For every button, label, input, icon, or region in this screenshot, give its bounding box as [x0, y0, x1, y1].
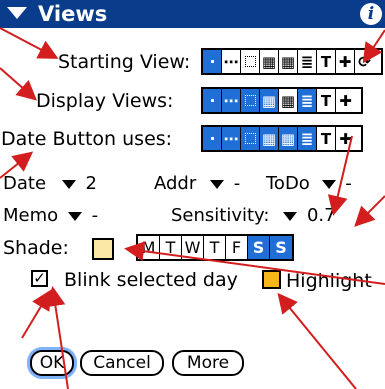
day-toggle[interactable]: T: [204, 236, 226, 259]
arrow-shade-lower: [21, 289, 52, 339]
day-view-icon[interactable]: [203, 50, 222, 73]
sensitivity-dropdown-icon[interactable]: [283, 211, 298, 221]
tasks-view-icon[interactable]: ✚: [336, 89, 355, 112]
date-popup-value: 2: [85, 173, 97, 194]
todo-dropdown-icon[interactable]: [321, 179, 336, 189]
week-grid-view-icon[interactable]: [241, 89, 260, 112]
addr-popup-label: Addr: [154, 173, 197, 194]
display-views-selector[interactable]: ⋯ ▦ ▦ ≣ T ✚: [201, 87, 363, 114]
starting-view-selector[interactable]: ⋯ ▦ ▦ ≣ T ✚ ⟳: [201, 48, 383, 75]
week-view-icon[interactable]: ⋯: [222, 50, 241, 73]
goto-view-icon[interactable]: ⟳: [355, 50, 374, 73]
year-view-icon[interactable]: ▦: [279, 50, 298, 73]
starting-view-label: Starting View:: [58, 51, 191, 73]
week-view-icon[interactable]: ⋯: [222, 127, 241, 150]
highlight-label: Highlight: [286, 270, 372, 292]
year-view-icon[interactable]: ▦: [279, 89, 298, 112]
day-toggle[interactable]: T: [160, 236, 182, 259]
addr-popup-value: -: [233, 173, 241, 194]
arrow-starting-view: [0, 27, 59, 59]
menu-triangle-icon[interactable]: [7, 7, 27, 19]
info-icon[interactable]: i: [360, 3, 382, 25]
more-button[interactable]: More: [172, 350, 244, 376]
highlight-color-swatch[interactable]: [262, 270, 281, 289]
shade-days-selector[interactable]: MTWTFSS: [136, 234, 294, 261]
date-dropdown-icon[interactable]: [61, 179, 76, 189]
day-toggle[interactable]: F: [226, 236, 248, 259]
cancel-button[interactable]: Cancel: [80, 350, 164, 376]
tasks-view-icon[interactable]: ✚: [336, 50, 355, 73]
todo-view-icon[interactable]: T: [317, 89, 336, 112]
list-view-icon[interactable]: ≣: [298, 89, 317, 112]
arrow-display-views: [0, 67, 37, 101]
shade-label: Shade:: [3, 237, 69, 259]
arrow-shade-days: [354, 195, 385, 227]
list-view-icon[interactable]: ≣: [298, 127, 317, 150]
todo-view-icon[interactable]: T: [317, 127, 336, 150]
memo-popup-label: Memo: [3, 205, 59, 226]
month-view-icon[interactable]: ▦: [260, 127, 279, 150]
date-button-label: Date Button uses:: [1, 128, 173, 150]
month-view-icon[interactable]: ▦: [260, 50, 279, 73]
day-view-icon[interactable]: [203, 127, 222, 150]
blink-checkbox[interactable]: ✓: [31, 270, 48, 287]
arrow-highlight: [277, 292, 357, 389]
memo-dropdown-icon[interactable]: [67, 211, 82, 221]
list-view-icon[interactable]: ≣: [298, 50, 317, 73]
ok-button[interactable]: OK: [30, 350, 74, 376]
week-grid-view-icon[interactable]: [241, 127, 260, 150]
day-view-icon[interactable]: [203, 89, 222, 112]
month-view-icon[interactable]: ▦: [260, 89, 279, 112]
dialog-title: Views: [38, 2, 108, 26]
week-view-icon[interactable]: ⋯: [222, 89, 241, 112]
day-toggle[interactable]: S: [270, 236, 292, 259]
date-popup[interactable]: Date 2: [3, 172, 97, 196]
title-bar: Views i: [0, 0, 385, 28]
date-popup-label: Date: [3, 173, 47, 194]
addr-popup[interactable]: Addr -: [154, 172, 240, 196]
sensitivity-popup[interactable]: Sensitivity: 0.7: [171, 204, 336, 228]
tasks-view-icon[interactable]: ✚: [336, 127, 355, 150]
addr-dropdown-icon[interactable]: [209, 179, 224, 189]
blink-label: Blink selected day: [64, 269, 238, 291]
memo-popup[interactable]: Memo -: [3, 204, 98, 228]
day-toggle[interactable]: W: [182, 236, 204, 259]
sensitivity-value: 0.7: [306, 205, 336, 226]
todo-view-icon[interactable]: T: [317, 50, 336, 73]
year-view-icon[interactable]: ▦: [279, 127, 298, 150]
date-button-selector[interactable]: ⋯ ▦ ▦ ≣ T ✚: [201, 125, 363, 152]
shade-color-swatch[interactable]: [92, 238, 114, 260]
todo-popup-label: ToDo: [266, 173, 310, 194]
todo-popup[interactable]: ToDo -: [266, 172, 352, 196]
display-views-label: Display Views:: [36, 90, 174, 112]
todo-popup-value: -: [345, 173, 352, 194]
sensitivity-label: Sensitivity:: [171, 205, 270, 226]
week-grid-view-icon[interactable]: [241, 50, 260, 73]
day-toggle[interactable]: M: [138, 236, 160, 259]
memo-popup-value: -: [91, 205, 99, 226]
day-toggle[interactable]: S: [248, 236, 270, 259]
